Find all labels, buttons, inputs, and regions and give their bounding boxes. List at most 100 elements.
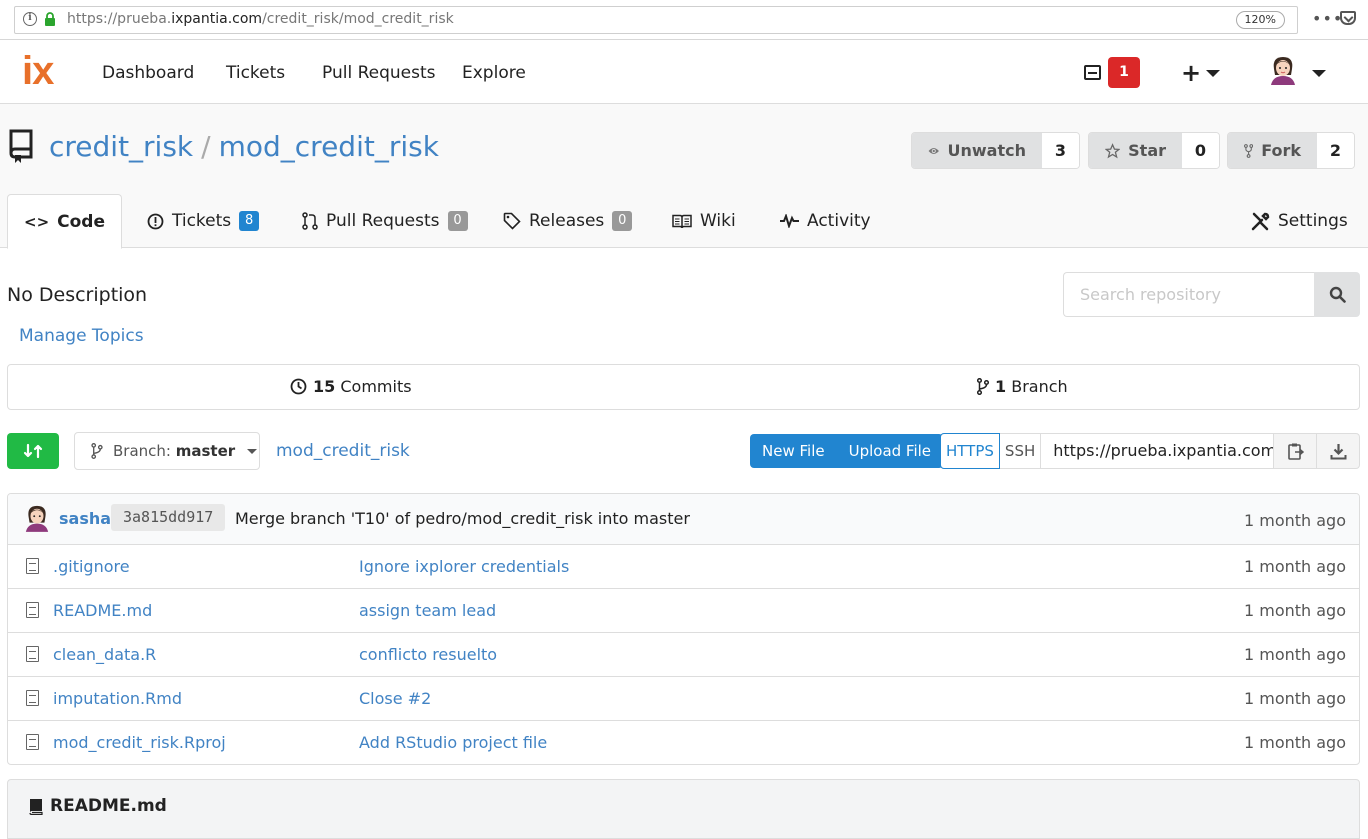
commit-sha-button[interactable]: 3a815dd917 [111,504,226,531]
plus-icon[interactable]: + [1181,59,1201,87]
branch-icon [91,443,103,459]
table-row: clean_data.R conflicto resuelto 1 month … [8,633,1359,677]
tab-tickets[interactable]: Tickets 8 [147,194,260,248]
chevron-down-icon[interactable] [1312,70,1326,77]
address-bar[interactable]: i https://prueba.ixpantia.com/credit_ris… [14,6,1298,34]
pull-request-icon [302,212,318,230]
file-name-link[interactable]: mod_credit_risk.Rproj [53,733,226,752]
table-row: .gitignore Ignore ixplorer credentials 1… [8,545,1359,589]
book-icon [672,214,692,228]
watch-button-group: Unwatch 3 [911,132,1080,169]
new-file-button[interactable]: New File [750,434,837,468]
tab-activity[interactable]: Activity [780,194,871,248]
eye-icon [928,147,939,154]
commit-author-link[interactable]: sasha [59,509,111,528]
commits-label: Commits [340,377,412,396]
file-table: sasha 3a815dd917 Merge branch 'T10' of p… [7,493,1360,765]
issue-icon [147,213,164,229]
pocket-icon[interactable] [1340,11,1356,25]
repo-title: credit_risk / mod_credit_risk [49,130,439,163]
branch-selector[interactable]: Branch: master [74,432,260,470]
star-label: Star [1128,141,1166,160]
commits-count: 15 [313,377,336,396]
file-commit-link[interactable]: conflicto resuelto [359,645,497,664]
tools-icon [1251,212,1270,230]
file-time: 1 month ago [1243,645,1346,664]
page-actions-icon[interactable]: ••• [1312,9,1343,28]
commit-time: 1 month ago [1243,511,1346,530]
fork-button[interactable]: Fork [1228,133,1317,168]
chevron-down-icon[interactable] [1206,70,1220,77]
commit-message: Merge branch 'T10' of pedro/mod_credit_r… [235,509,690,528]
tab-activity-label: Activity [807,211,871,231]
file-time: 1 month ago [1243,601,1346,620]
tab-code[interactable]: <> Code [7,194,122,249]
tab-pull-requests[interactable]: Pull Requests 0 [302,194,468,248]
path-breadcrumb[interactable]: mod_credit_risk [276,441,410,461]
download-button[interactable] [1317,433,1361,469]
tag-icon [503,212,521,230]
file-commit-link[interactable]: Add RStudio project file [359,733,547,752]
file-icon [26,734,39,750]
file-name-link[interactable]: README.md [53,601,152,620]
star-count[interactable]: 0 [1182,133,1219,168]
search-button[interactable] [1314,272,1360,317]
repo-name-link[interactable]: mod_credit_risk [219,130,439,163]
readme-panel: README.md [7,779,1360,839]
fork-button-group: Fork 2 [1227,132,1355,169]
zoom-indicator[interactable]: 120% [1235,11,1285,29]
unwatch-button[interactable]: Unwatch [912,133,1042,168]
search-input[interactable] [1063,272,1314,317]
repo-description: No Description [7,284,148,306]
pulls-count-badge: 0 [447,211,468,231]
nav-pull-requests[interactable]: Pull Requests [322,63,436,83]
copy-button[interactable] [1274,433,1318,469]
watch-count[interactable]: 3 [1042,133,1079,168]
inbox-icon[interactable] [1084,65,1101,80]
commits-stat[interactable]: 15 Commits [290,377,412,396]
file-commit-link[interactable]: Ignore ixplorer credentials [359,557,569,576]
file-name-link[interactable]: .gitignore [53,557,130,576]
avatar[interactable] [1269,55,1297,85]
star-button[interactable]: Star [1089,133,1182,168]
nav-tickets[interactable]: Tickets [226,63,285,83]
file-icon [26,558,39,574]
tab-releases[interactable]: Releases 0 [503,194,633,248]
branch-label: Branch [1011,377,1068,396]
nav-dashboard[interactable]: Dashboard [102,63,194,83]
table-row: mod_credit_risk.Rproj Add RStudio projec… [8,721,1359,764]
branches-stat[interactable]: 1 Branch [977,377,1068,396]
branch-prefix: Branch: [113,442,171,460]
tab-settings[interactable]: Settings [1251,194,1348,248]
upload-file-button[interactable]: Upload File [837,434,943,468]
manage-topics-link[interactable]: Manage Topics [19,326,144,346]
repo-owner-link[interactable]: credit_risk [49,130,193,163]
file-commit-link[interactable]: assign team lead [359,601,496,620]
file-name-link[interactable]: imputation.Rmd [53,689,182,708]
notification-badge[interactable]: 1 [1108,57,1140,88]
pulse-icon [780,214,799,228]
url-text[interactable]: https://prueba.ixpantia.com/credit_risk/… [67,11,454,27]
latest-commit-row: sasha 3a815dd917 Merge branch 'T10' of p… [8,494,1359,545]
title-separator: / [201,130,211,163]
compare-button[interactable] [7,433,59,469]
https-button[interactable]: HTTPS [940,433,1000,469]
nav-explore[interactable]: Explore [462,63,526,83]
ssh-button[interactable]: SSH [999,433,1042,469]
top-navbar: ix Dashboard Tickets Pull Requests Explo… [0,41,1368,104]
file-commit-link[interactable]: Close #2 [359,689,431,708]
file-name-link[interactable]: clean_data.R [53,645,156,664]
info-icon[interactable]: i [23,12,37,26]
avatar[interactable] [24,503,50,533]
tab-wiki[interactable]: Wiki [672,194,736,248]
fork-count[interactable]: 2 [1317,133,1354,168]
readme-title-text: README.md [50,796,167,816]
fork-icon [1244,143,1254,158]
file-actions: New File Upload File [750,434,944,468]
clone-url-field[interactable]: https://prueba.ixpantia.com/credit_risk/… [1041,433,1275,469]
book-icon [29,798,43,815]
logo[interactable]: ix [22,49,54,94]
tab-tickets-label: Tickets [172,211,232,231]
repo-tabs: <> Code Tickets 8 Pull Requests 0 Releas… [0,194,1368,249]
search-icon [1329,286,1346,303]
